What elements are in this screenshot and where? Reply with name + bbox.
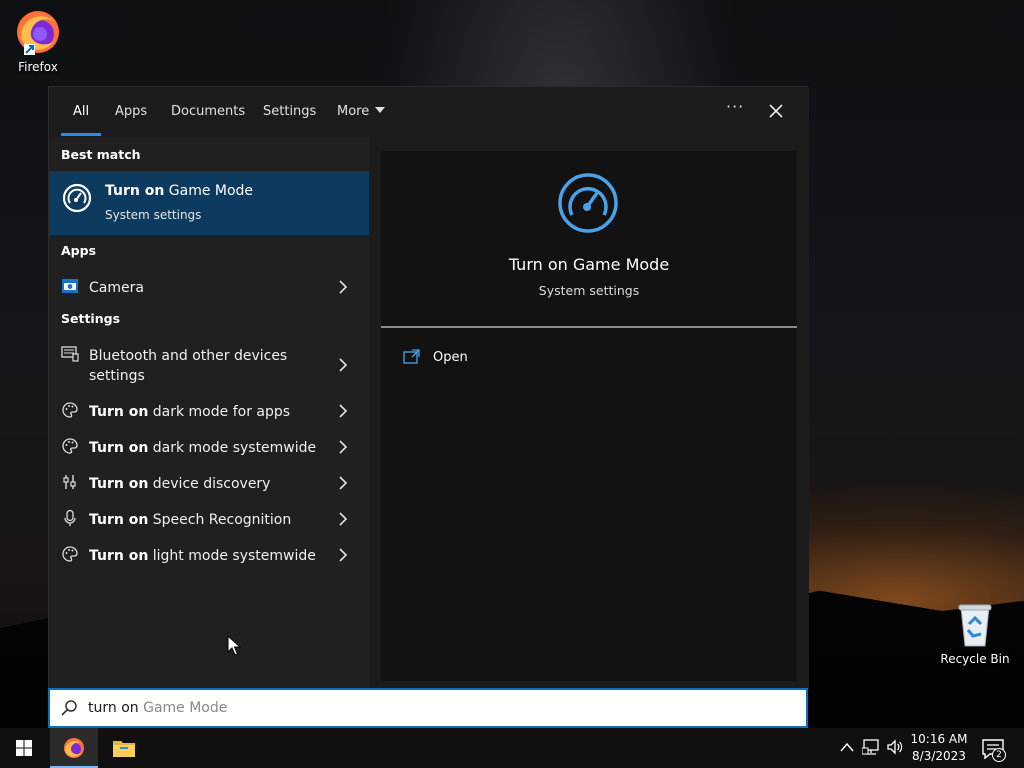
desktop-icon-label: Recycle Bin	[940, 652, 1010, 666]
preview-pane: Turn on Game Mode System settings Open	[369, 137, 809, 689]
result-label: Turn on light mode systemwide	[89, 548, 316, 564]
result-bluetooth-devices[interactable]: Bluetooth and other devices settings	[49, 345, 369, 385]
microphone-icon	[64, 509, 76, 526]
palette-icon	[62, 438, 78, 454]
mouse-cursor-icon	[227, 635, 241, 656]
folder-icon	[113, 741, 135, 757]
section-settings: Settings	[61, 311, 121, 326]
chevron-right-icon[interactable]	[337, 548, 349, 562]
preview-card: Turn on Game Mode System settings Open	[381, 151, 797, 681]
taskbar: 10:16 AM 8/3/2023 2	[0, 728, 1024, 768]
tab-apps[interactable]: Apps	[115, 104, 147, 119]
firefox-icon	[64, 738, 84, 758]
desktop-icon-label: Firefox	[18, 60, 58, 74]
taskbar-firefox[interactable]	[50, 728, 98, 768]
tab-more[interactable]: More	[337, 104, 386, 119]
close-icon[interactable]	[766, 101, 786, 121]
results-list: Best match Turn on Game Mode System sett…	[49, 137, 369, 689]
chevron-right-icon[interactable]	[337, 476, 349, 490]
open-action-label: Open	[433, 350, 468, 365]
result-device-discovery[interactable]: Turn on device discovery	[49, 473, 369, 493]
tab-documents[interactable]: Documents	[171, 104, 245, 119]
desktop-icon-firefox[interactable]: Firefox	[3, 6, 73, 74]
result-dark-mode-systemwide[interactable]: Turn on dark mode systemwide	[49, 437, 369, 457]
tab-settings[interactable]: Settings	[263, 104, 316, 119]
notification-count-badge: 2	[992, 748, 1006, 762]
chevron-right-icon[interactable]	[337, 280, 349, 294]
game-mode-icon	[558, 173, 618, 233]
taskbar-file-explorer[interactable]	[100, 728, 148, 768]
clock-time: 10:16 AM	[910, 732, 968, 746]
result-light-mode-systemwide[interactable]: Turn on light mode systemwide	[49, 545, 369, 565]
search-tabs: All Apps Documents Settings More ···	[49, 87, 809, 137]
best-match-title: Turn on Game Mode	[105, 183, 254, 199]
result-label: Turn on device discovery	[89, 476, 271, 492]
best-match-item[interactable]: Turn on Game Mode System settings	[49, 171, 369, 235]
taskbar-clock[interactable]: 10:16 AM 8/3/2023	[906, 731, 972, 765]
result-label: Camera	[89, 280, 144, 296]
start-button[interactable]	[0, 728, 48, 768]
chevron-right-icon[interactable]	[337, 404, 349, 418]
result-label: Turn on dark mode systemwide	[89, 440, 317, 456]
search-query: turn on Game Mode	[88, 700, 228, 716]
device-discovery-icon	[63, 475, 76, 489]
best-match-subtitle: System settings	[105, 208, 202, 222]
divider	[381, 326, 797, 328]
active-tab-indicator	[61, 133, 101, 136]
result-speech-recognition[interactable]: Turn on Speech Recognition	[49, 509, 369, 529]
preview-subtitle: System settings	[538, 283, 640, 298]
result-dark-mode-apps[interactable]: Turn on dark mode for apps	[49, 401, 369, 421]
firefox-icon	[17, 11, 59, 55]
open-external-icon	[403, 349, 420, 364]
chevron-right-icon[interactable]	[337, 358, 349, 372]
section-apps: Apps	[61, 243, 97, 258]
more-options-icon[interactable]: ···	[726, 97, 744, 116]
result-label: Turn on dark mode for apps	[89, 404, 291, 420]
open-action[interactable]: Open	[403, 347, 523, 369]
camera-icon	[62, 279, 78, 293]
tab-all[interactable]: All	[73, 104, 89, 119]
result-label: Bluetooth and other devices settings	[89, 348, 288, 384]
preview-title: Turn on Game Mode	[508, 255, 670, 274]
chevron-up-icon[interactable]	[840, 742, 854, 752]
recycle-bin-icon	[958, 604, 992, 647]
network-icon[interactable]	[862, 739, 880, 755]
desktop-icon-recycle-bin[interactable]: Recycle Bin	[940, 602, 1010, 666]
search-input[interactable]: turn on Game Mode	[48, 688, 808, 728]
clock-date: 8/3/2023	[912, 749, 966, 763]
chevron-right-icon[interactable]	[337, 512, 349, 526]
palette-icon	[62, 402, 78, 418]
volume-icon[interactable]	[886, 739, 904, 755]
windows-logo-icon	[16, 740, 32, 756]
palette-icon	[62, 546, 78, 562]
result-label: Turn on Speech Recognition	[89, 512, 292, 528]
tab-more-label: More	[337, 104, 370, 119]
chevron-right-icon[interactable]	[337, 440, 349, 454]
section-best-match: Best match	[61, 147, 141, 162]
search-panel: All Apps Documents Settings More ··· Bes…	[48, 86, 809, 689]
game-mode-icon	[62, 183, 92, 213]
chevron-down-icon	[375, 107, 386, 113]
search-suggestion: Game Mode	[138, 700, 228, 716]
bluetooth-devices-icon	[61, 346, 79, 362]
search-icon	[61, 700, 77, 716]
result-camera[interactable]: Camera	[49, 277, 369, 297]
